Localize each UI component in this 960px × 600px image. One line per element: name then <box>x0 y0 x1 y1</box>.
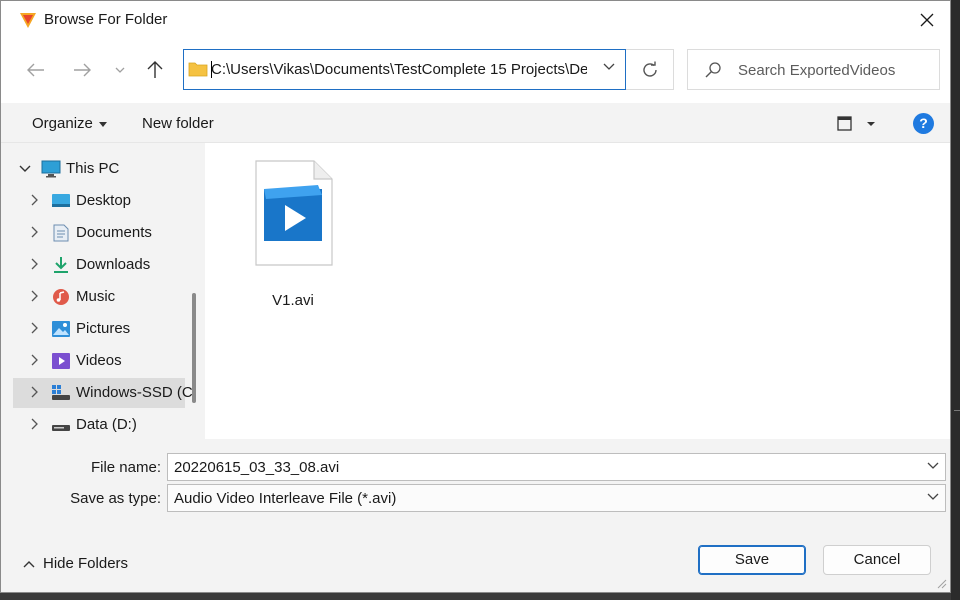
navigation-bar: C:\Users\Vikas\Documents\TestComplete 15… <box>1 39 950 103</box>
change-view-button[interactable] <box>835 113 885 135</box>
tree-item-documents[interactable]: Documents <box>1 218 187 248</box>
navigation-pane: This PC Desktop Documents Downloads Musi… <box>1 143 203 439</box>
tree-label: Pictures <box>76 320 131 337</box>
file-item[interactable]: V1.avi <box>247 159 339 309</box>
tree-item-data-d[interactable]: Data (D:) <box>1 410 187 439</box>
resize-grip-icon[interactable] <box>937 579 947 589</box>
chevron-right-icon[interactable] <box>31 226 39 238</box>
browse-for-folder-dialog: Browse For Folder C:\Users\Vikas\Documen… <box>0 0 951 593</box>
file-name: V1.avi <box>272 292 314 309</box>
new-folder-button[interactable]: New folder <box>142 115 214 132</box>
desktop-icon <box>52 194 70 207</box>
hide-folders-toggle[interactable]: Hide Folders <box>23 555 128 572</box>
tree-label: This PC <box>66 160 120 177</box>
refresh-icon <box>642 61 657 77</box>
view-icon <box>837 116 875 131</box>
help-button[interactable]: ? <box>913 113 934 134</box>
chevron-down-icon[interactable] <box>927 493 939 501</box>
save-button[interactable]: Save <box>698 545 806 575</box>
chevron-down-icon <box>115 67 125 73</box>
tree-label: Documents <box>76 224 152 241</box>
videos-icon <box>52 353 70 369</box>
forward-button[interactable] <box>67 55 97 85</box>
chevron-right-icon[interactable] <box>31 194 39 206</box>
divider <box>954 410 960 411</box>
window-title: Browse For Folder <box>44 11 168 28</box>
close-button[interactable] <box>904 1 950 39</box>
tree-item-downloads[interactable]: Downloads <box>1 250 187 280</box>
search-box[interactable]: Search ExportedVideos <box>687 49 940 90</box>
tree-item-music[interactable]: Music <box>1 282 187 312</box>
search-input[interactable]: Search ExportedVideos <box>738 62 895 79</box>
caret-down-icon <box>98 121 107 127</box>
download-icon <box>54 257 68 273</box>
back-button[interactable] <box>21 55 51 85</box>
organize-menu[interactable]: Organize <box>32 115 107 132</box>
refresh-button[interactable] <box>626 49 674 90</box>
chevron-right-icon[interactable] <box>31 258 39 270</box>
chevron-up-icon <box>23 561 35 568</box>
arrow-up-icon <box>147 61 163 78</box>
drive-icon <box>52 425 70 431</box>
file-name-label: File name: <box>90 459 161 476</box>
music-icon <box>53 289 69 305</box>
save-form: File name: 20220615_03_33_08.avi Save as… <box>1 439 950 592</box>
chevron-right-icon[interactable] <box>31 418 39 430</box>
chevron-right-icon[interactable] <box>31 322 39 334</box>
arrow-left-icon <box>27 63 44 77</box>
address-path[interactable]: C:\Users\Vikas\Documents\TestComplete 15… <box>211 61 587 78</box>
pictures-icon <box>52 321 70 337</box>
tree-item-this-pc[interactable]: This PC <box>1 154 187 184</box>
hide-folders-label: Hide Folders <box>43 555 129 572</box>
address-bar[interactable]: C:\Users\Vikas\Documents\TestComplete 15… <box>183 49 626 90</box>
tree-label: Videos <box>76 352 122 369</box>
tree-label: Windows-SSD (C <box>76 384 193 401</box>
arrow-right-icon <box>74 63 91 77</box>
folder-icon <box>188 62 208 77</box>
save-as-type-label: Save as type: <box>70 490 161 507</box>
tree-label: Downloads <box>76 256 151 273</box>
chevron-right-icon[interactable] <box>31 386 39 398</box>
file-name-value[interactable]: 20220615_03_33_08.avi <box>174 459 339 476</box>
recent-locations-button[interactable] <box>105 55 135 85</box>
chevron-right-icon[interactable] <box>31 290 39 302</box>
tree-item-desktop[interactable]: Desktop <box>1 186 187 216</box>
chevron-right-icon[interactable] <box>31 354 39 366</box>
organize-label: Organize <box>32 115 93 132</box>
close-icon <box>920 13 934 27</box>
tree-label: Desktop <box>76 192 132 209</box>
save-as-type-select[interactable]: Audio Video Interleave File (*.avi) <box>167 484 946 512</box>
drive-icon <box>52 385 70 400</box>
chevron-down-icon[interactable] <box>927 462 939 470</box>
monitor-icon <box>41 160 61 178</box>
title-bar: Browse For Folder <box>1 1 950 39</box>
tree-label: Data (D:) <box>76 416 137 433</box>
up-button[interactable] <box>140 55 170 85</box>
tree-item-pictures[interactable]: Pictures <box>1 314 187 344</box>
background-window-edge <box>951 0 960 600</box>
app-logo-icon <box>20 13 36 28</box>
command-bar: Organize New folder ? <box>1 103 950 143</box>
save-as-type-value: Audio Video Interleave File (*.avi) <box>174 490 397 507</box>
tree-label: Music <box>76 288 116 305</box>
tree-item-windows-ssd[interactable]: Windows-SSD (C <box>13 378 193 408</box>
video-file-icon <box>255 160 333 266</box>
tree-item-videos[interactable]: Videos <box>1 346 187 376</box>
nav-pane-scrollbar[interactable] <box>192 293 196 403</box>
chevron-down-icon[interactable] <box>603 63 615 71</box>
cancel-button[interactable]: Cancel <box>823 545 931 575</box>
file-name-field[interactable]: 20220615_03_33_08.avi <box>167 453 946 481</box>
search-icon <box>705 62 721 78</box>
file-list: V1.avi <box>205 143 950 439</box>
chevron-down-icon[interactable] <box>19 165 31 173</box>
documents-icon <box>53 224 69 242</box>
